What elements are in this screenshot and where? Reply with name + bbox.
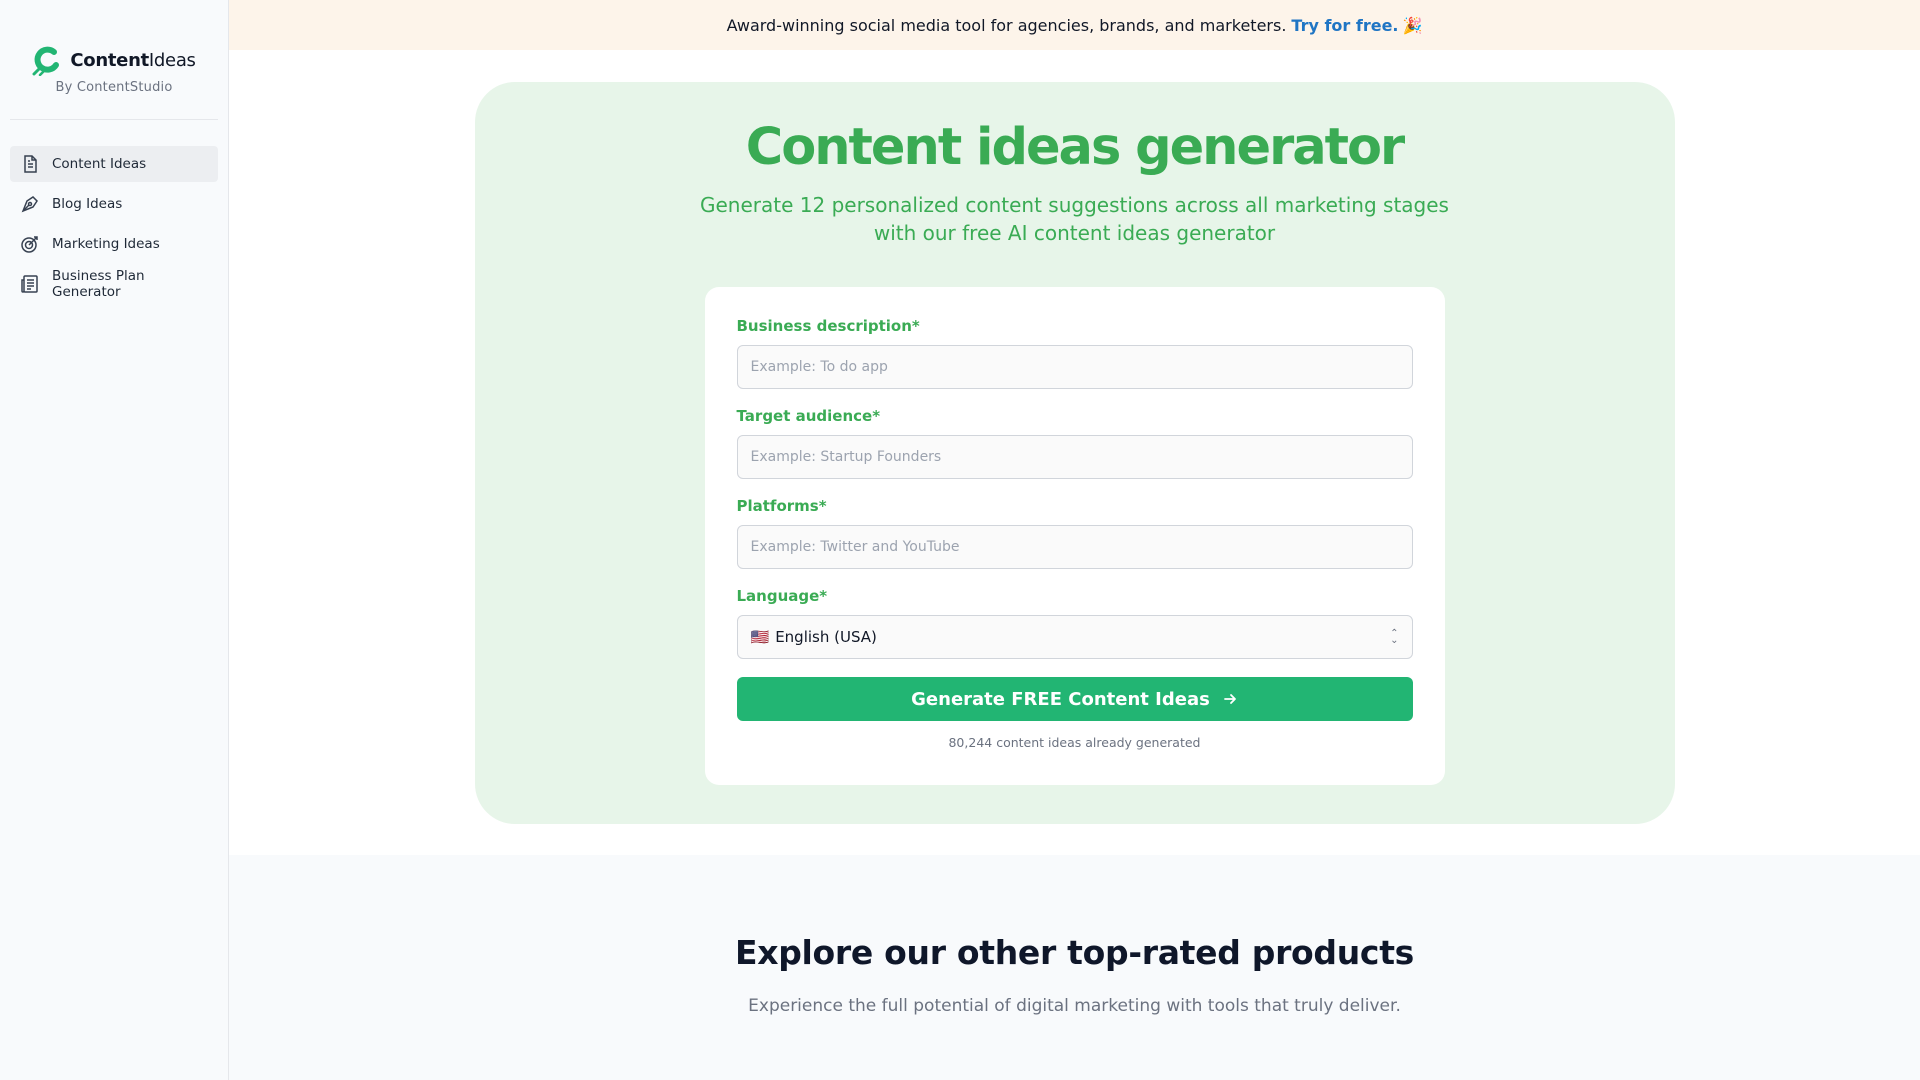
- sidebar-item-content-ideas[interactable]: Content Ideas: [10, 146, 218, 182]
- business-description-label: Business description*: [736, 317, 920, 335]
- sidebar-item-label: Business Plan Generator: [52, 268, 145, 300]
- language-label: Language*: [736, 587, 828, 605]
- generator-hero: Content ideas generator Generate 12 pers…: [474, 82, 1675, 824]
- us-flag-icon: 🇺🇸: [750, 628, 770, 646]
- newspaper-icon: [21, 275, 38, 293]
- sidebar-nav: Content Ideas Blog Ideas Marketing Ideas…: [10, 146, 218, 302]
- pen-nib-icon: [21, 196, 38, 213]
- explore-title: Explore our other top-rated products: [734, 933, 1415, 972]
- brand-subtitle: By ContentStudio: [55, 80, 173, 95]
- hero-wrapper: Content ideas generator Generate 12 pers…: [229, 50, 1920, 855]
- explore-subtitle: Experience the full potential of digital…: [748, 996, 1401, 1016]
- language-select[interactable]: 🇺🇸 English (USA) ⌃ ⌄: [736, 615, 1413, 659]
- sidebar-item-blog-ideas[interactable]: Blog Ideas: [10, 186, 218, 222]
- promo-banner: Award-winning social media tool for agen…: [229, 0, 1920, 50]
- business-description-input[interactable]: [736, 345, 1413, 389]
- brand[interactable]: ContentIdeas By ContentStudio: [10, 0, 218, 120]
- party-popper-icon: 🎉: [1402, 15, 1423, 35]
- generate-ideas-label: Generate FREE Content Ideas: [911, 688, 1210, 710]
- chevron-up-down-icon: ⌃ ⌄: [1390, 628, 1399, 646]
- banner-text: Award-winning social media tool for agen…: [726, 15, 1287, 35]
- sidebar-item-label: Blog Ideas: [52, 196, 123, 212]
- page-subtitle: Generate 12 personalized content suggest…: [700, 193, 1449, 245]
- target-audience-input[interactable]: [736, 435, 1413, 479]
- target-icon: [21, 236, 38, 253]
- sidebar-item-label: Marketing Ideas: [52, 236, 160, 252]
- platforms-label: Platforms*: [736, 497, 827, 515]
- language-selected-value: English (USA): [775, 628, 877, 646]
- brand-name: ContentIdeas: [70, 49, 196, 71]
- generate-ideas-button[interactable]: Generate FREE Content Ideas: [736, 677, 1413, 721]
- page-title: Content ideas generator: [745, 118, 1405, 177]
- target-audience-label: Target audience*: [736, 407, 881, 425]
- explore-products-section: Explore our other top-rated products Exp…: [229, 855, 1920, 1080]
- document-icon: [24, 155, 37, 173]
- sidebar-item-marketing-ideas[interactable]: Marketing Ideas: [10, 226, 218, 262]
- ideas-generated-counter: 80,244 content ideas already generated: [948, 735, 1201, 750]
- try-for-free-link[interactable]: Try for free.: [1291, 16, 1398, 35]
- generator-form: Business description* Target audience* P…: [704, 287, 1445, 785]
- main-content: Award-winning social media tool for agen…: [229, 0, 1920, 1080]
- sidebar-item-label: Content Ideas: [52, 156, 147, 172]
- sidebar-item-business-plan-generator[interactable]: Business Plan Generator: [10, 266, 218, 302]
- platforms-input[interactable]: [736, 525, 1413, 569]
- arrow-right-icon: [1223, 694, 1236, 704]
- sidebar: ContentIdeas By ContentStudio Content Id…: [0, 0, 229, 1080]
- contentideas-logo-icon: [32, 46, 60, 76]
